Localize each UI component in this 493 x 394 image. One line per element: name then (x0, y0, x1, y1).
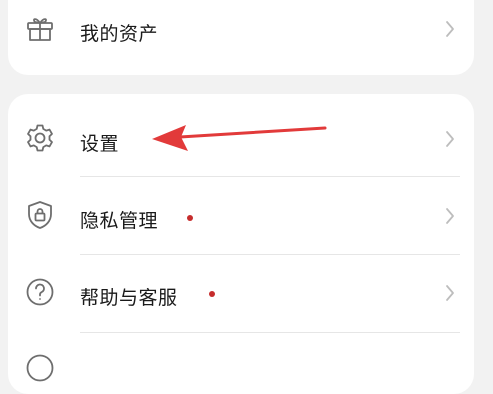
menu-item-next[interactable] (8, 332, 474, 394)
chevron-right-icon (446, 131, 454, 147)
notification-dot (209, 291, 215, 297)
menu-item-privacy-label: 隐私管理 (80, 210, 159, 232)
menu-item-help-label: 帮助与客服 (80, 287, 178, 309)
chevron-right-icon (446, 285, 454, 301)
partial-circle-icon (26, 354, 54, 382)
chevron-right-icon (446, 21, 454, 37)
menu-item-assets-label: 我的资产 (80, 23, 159, 45)
chevron-right-icon (446, 208, 454, 224)
notification-dot (187, 215, 193, 221)
assets-card: 我的资产 (8, 0, 474, 75)
help-question-icon (26, 278, 54, 306)
menu-item-settings[interactable]: 设置 (8, 98, 474, 176)
gear-icon (27, 124, 53, 152)
privacy-shield-lock-icon (28, 201, 52, 229)
menu-item-privacy[interactable]: 隐私管理 (8, 176, 474, 254)
menu-item-assets[interactable]: 我的资产 (8, 0, 474, 70)
menu-item-settings-label: 设置 (80, 133, 120, 155)
menu-item-help[interactable]: 帮助与客服 (8, 254, 474, 332)
menu-card: 设置 隐私管理 帮助与客服 (8, 94, 474, 394)
gift-icon (27, 18, 53, 41)
